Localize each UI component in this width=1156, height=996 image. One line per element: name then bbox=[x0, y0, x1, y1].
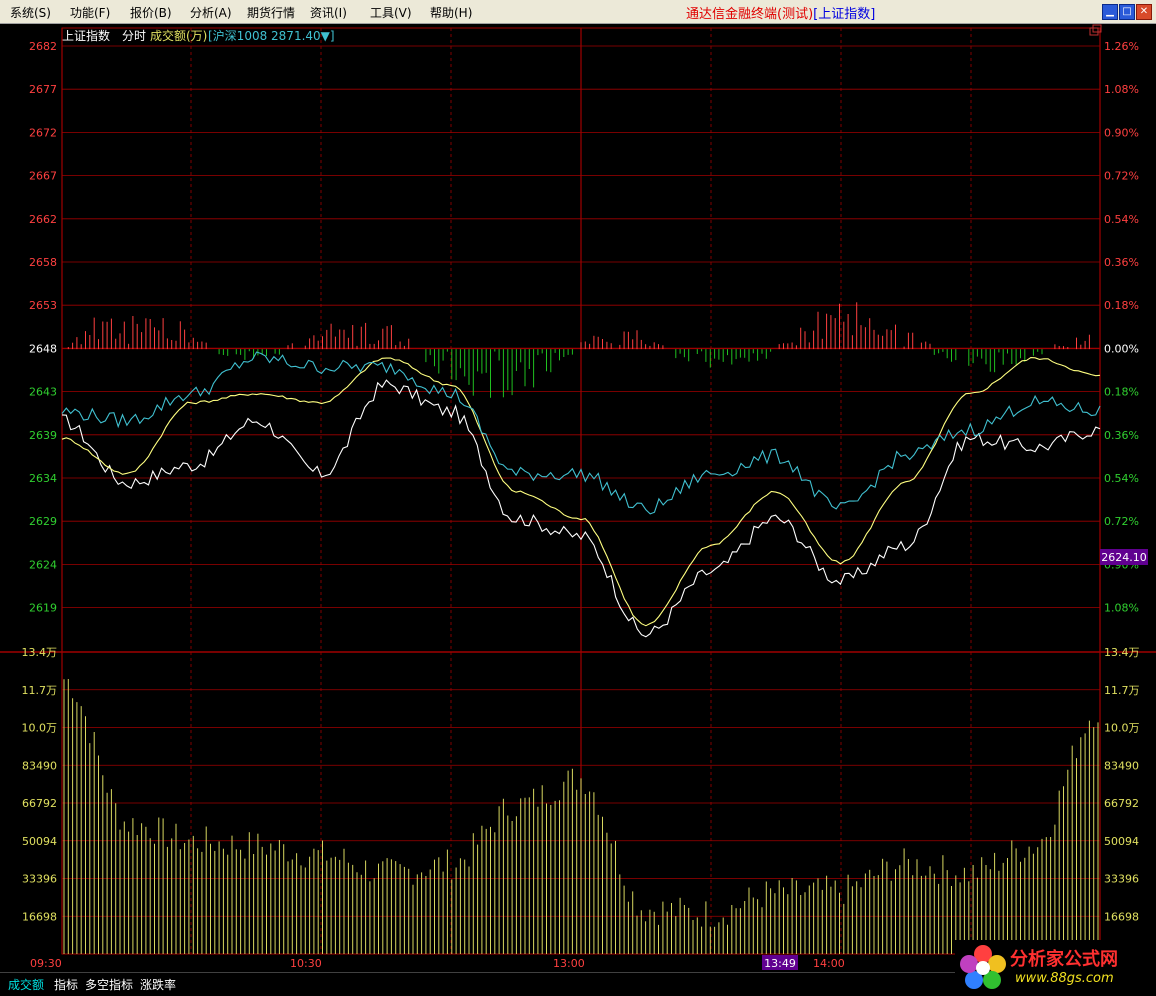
menu-help[interactable]: 帮助(H) bbox=[430, 4, 472, 21]
tab-advance-decline[interactable]: 涨跌率 bbox=[140, 976, 176, 993]
percent-tick-label: 0.00% bbox=[1104, 342, 1139, 355]
volume-tick-label-right: 50094 bbox=[1104, 835, 1139, 848]
up-down-bars bbox=[67, 302, 1090, 398]
chart-title: 上证指数 bbox=[62, 28, 110, 43]
time-label: 14:00 bbox=[813, 957, 845, 970]
chart-grid bbox=[0, 27, 1156, 955]
tab-turnover[interactable]: 成交额 bbox=[8, 976, 44, 993]
volume-tick-label-right: 66792 bbox=[1104, 797, 1139, 810]
volume-tick-label: 10.0万 bbox=[22, 722, 58, 735]
percent-tick-label: 0.18% bbox=[1104, 299, 1139, 312]
chart-mode: 分时 bbox=[122, 29, 146, 43]
price-tick-label: 2619 bbox=[29, 602, 57, 615]
restore-icon[interactable] bbox=[1089, 24, 1102, 36]
right-percent-axis: 1.26% 1.08% 0.90% 0.72% 0.54% 0.36% 0.18% 0.00%… bbox=[1104, 40, 1139, 615]
app-title-text: 通达信金融终端(测试) bbox=[686, 7, 814, 22]
price-tick-label: 2634 bbox=[29, 472, 57, 485]
watermark-logo: 分析家公式网 www.88gs.com bbox=[955, 940, 1156, 996]
app-title: 通达信金融终端(测试)[上证指数] bbox=[686, 3, 875, 22]
percent-tick-label: 0.72% bbox=[1104, 170, 1139, 183]
price-tick-label: 2677 bbox=[29, 83, 57, 96]
watermark-url: www.88gs.com bbox=[1015, 971, 1114, 986]
current-price-label: 2624.10 bbox=[1101, 551, 1147, 564]
volume-tick-label-right: 11.7万 bbox=[1104, 684, 1140, 697]
volume-tick-label: 66792 bbox=[22, 797, 57, 810]
tab-long-short[interactable]: 多空指标 bbox=[85, 976, 133, 993]
reference-index[interactable]: [沪深1008 2871.40▼] bbox=[208, 29, 335, 43]
time-label: 10:30 bbox=[290, 957, 322, 970]
price-tick-label: 2639 bbox=[29, 429, 57, 442]
current-price-badge: 2624.10 bbox=[1100, 549, 1148, 565]
indicator-name: 成交额(万) bbox=[150, 28, 207, 43]
maximize-icon[interactable]: □ bbox=[1119, 4, 1135, 20]
volume-tick-label: 16698 bbox=[22, 910, 57, 923]
price-tick-label: 2672 bbox=[29, 126, 57, 139]
menu-tools[interactable]: 工具(V) bbox=[370, 4, 412, 21]
time-label: 09:30 bbox=[30, 957, 62, 970]
price-tick-label: 2682 bbox=[29, 40, 57, 53]
intraday-chart[interactable]: 2682 2677 2672 2667 2662 2658 2653 2648 2643 2639… bbox=[0, 24, 1156, 972]
menu-bar: 系统(S) 功能(F) 报价(B) 分析(A) 期货行情 资讯(I) 工具(V)… bbox=[0, 0, 1156, 24]
price-tick-label: 2667 bbox=[29, 170, 57, 183]
menu-quote[interactable]: 报价(B) bbox=[130, 4, 172, 21]
price-tick-label: 2658 bbox=[29, 256, 57, 269]
price-tick-label: 2648 bbox=[29, 342, 57, 355]
volume-tick-label: 50094 bbox=[22, 835, 57, 848]
percent-tick-label: 1.26% bbox=[1104, 40, 1139, 53]
price-tick-label: 2624 bbox=[29, 558, 57, 571]
price-tick-label: 2629 bbox=[29, 515, 57, 528]
time-axis: 09:30 10:30 13:00 14:00 bbox=[30, 957, 845, 970]
time-label: 13:00 bbox=[553, 957, 585, 970]
percent-tick-label: 0.36% bbox=[1104, 256, 1139, 269]
percent-tick-label: 0.18% bbox=[1104, 386, 1139, 399]
price-tick-label: 2653 bbox=[29, 299, 57, 312]
volume-tick-label-right: 10.0万 bbox=[1104, 722, 1140, 735]
flower-logo-icon bbox=[960, 945, 1006, 989]
volume-tick-label: 33396 bbox=[22, 873, 57, 886]
price-tick-label: 2662 bbox=[29, 213, 57, 226]
percent-tick-label: 0.72% bbox=[1104, 515, 1139, 528]
percent-tick-label: 1.08% bbox=[1104, 83, 1139, 96]
left-price-axis: 2682 2677 2672 2667 2662 2658 2653 2648 2643 2639… bbox=[29, 40, 57, 615]
percent-tick-label: 0.90% bbox=[1104, 126, 1139, 139]
watermark-text: 分析家公式网 bbox=[1010, 949, 1118, 970]
cursor-time-badge: 13:49 bbox=[762, 955, 798, 970]
tab-indicator[interactable]: 指标 bbox=[54, 976, 78, 993]
minimize-icon[interactable]: ▁ bbox=[1102, 4, 1118, 20]
volume-tick-label-right: 33396 bbox=[1104, 873, 1139, 886]
current-index-label: [上证指数] bbox=[813, 7, 876, 22]
chart-header: 上证指数 分时 成交额(万) [沪深1008 2871.40▼] bbox=[62, 28, 335, 43]
menu-system[interactable]: 系统(S) bbox=[10, 4, 51, 21]
volume-tick-label-right: 13.4万 bbox=[1104, 646, 1140, 659]
volume-tick-label: 83490 bbox=[22, 759, 57, 772]
volume-tick-label: 13.4万 bbox=[22, 646, 58, 659]
menu-function[interactable]: 功能(F) bbox=[70, 4, 110, 21]
volume-tick-label-right: 16698 bbox=[1104, 910, 1139, 923]
percent-tick-label: 1.08% bbox=[1104, 602, 1139, 615]
menu-analysis[interactable]: 分析(A) bbox=[190, 4, 232, 21]
price-tick-label: 2643 bbox=[29, 386, 57, 399]
menu-futures[interactable]: 期货行情 bbox=[247, 4, 295, 21]
menu-news[interactable]: 资讯(I) bbox=[310, 4, 347, 21]
percent-tick-label: 0.54% bbox=[1104, 472, 1139, 485]
percent-tick-label: 0.54% bbox=[1104, 213, 1139, 226]
percent-tick-label: 0.36% bbox=[1104, 429, 1139, 442]
volume-tick-label-right: 83490 bbox=[1104, 759, 1139, 772]
cursor-time-label: 13:49 bbox=[764, 957, 796, 970]
close-icon[interactable]: ✕ bbox=[1136, 4, 1152, 20]
volume-tick-label: 11.7万 bbox=[22, 684, 58, 697]
